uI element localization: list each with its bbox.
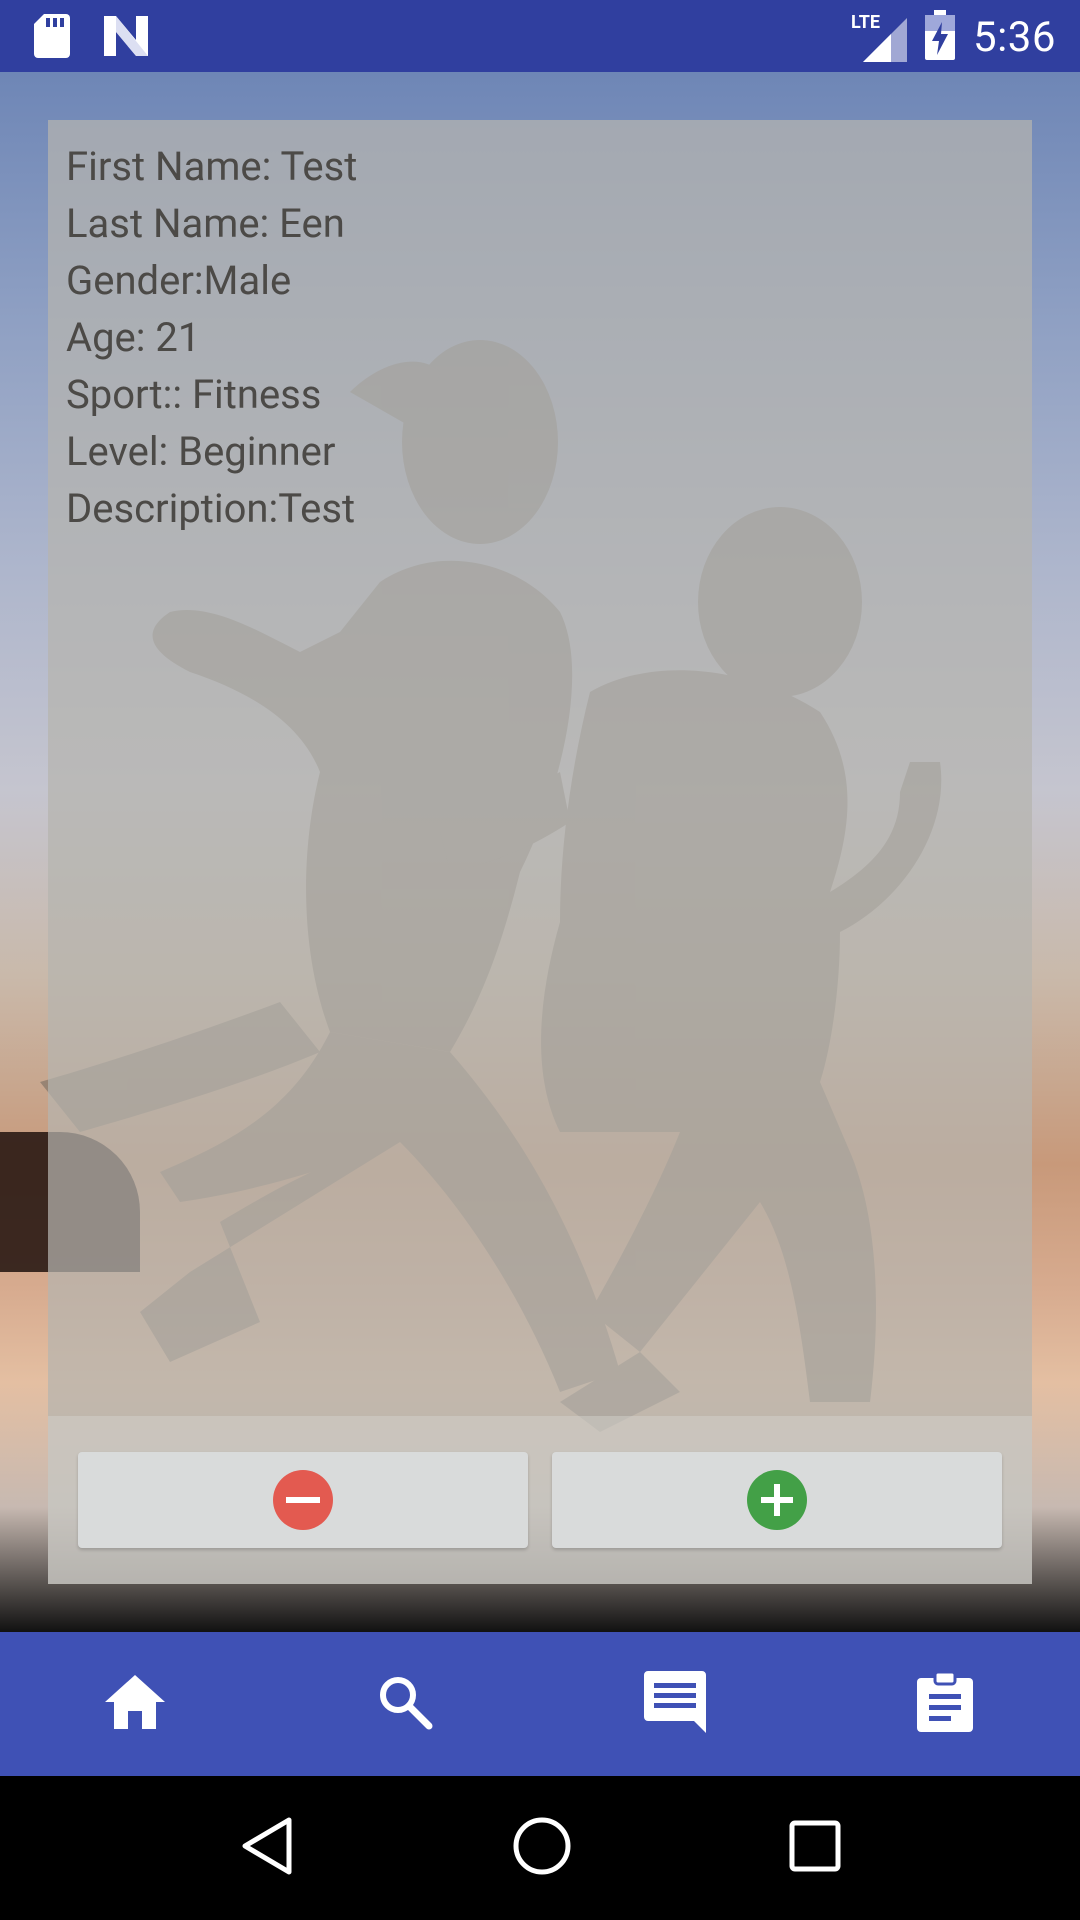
clock: 5:36	[973, 12, 1056, 62]
last-name-text: Last Name: Een	[66, 200, 345, 247]
sd-card-icon	[34, 14, 70, 62]
recents-icon[interactable]	[789, 1820, 841, 1876]
back-icon[interactable]	[239, 1816, 295, 1880]
search-icon	[377, 1674, 433, 1734]
nav-assignments[interactable]	[810, 1632, 1080, 1776]
home-circle-icon[interactable]	[512, 1816, 572, 1880]
nav-home[interactable]	[0, 1632, 270, 1776]
age-text: Age: 21	[66, 314, 201, 361]
like-button[interactable]	[552, 1452, 1002, 1548]
gender-text: Gender:Male	[66, 257, 292, 304]
level-text: Level: Beginner	[66, 428, 336, 475]
n-logo-icon	[104, 16, 148, 60]
profile-info-list: First Name: Test Last Name: Een Gender:M…	[66, 138, 357, 537]
system-navigation-bar	[0, 1776, 1080, 1920]
chat-icon	[644, 1671, 706, 1737]
battery-charging-icon	[925, 10, 955, 64]
sport-text: Sport:: Fitness	[66, 371, 322, 418]
status-bar: LTE 5:36	[0, 0, 1080, 72]
bottom-navigation	[0, 1632, 1080, 1776]
first-name-text: First Name: Test	[66, 143, 358, 190]
profile-screen: First Name: Test Last Name: Een Gender:M…	[0, 72, 1080, 1632]
nav-search[interactable]	[270, 1632, 540, 1776]
profile-card: First Name: Test Last Name: Een Gender:M…	[48, 120, 1032, 1584]
action-bar	[48, 1416, 1032, 1584]
description-text: Description:Test	[66, 485, 356, 532]
dislike-button[interactable]	[78, 1452, 528, 1548]
plus-circle-icon	[747, 1470, 807, 1530]
assignment-icon	[917, 1670, 973, 1736]
minus-circle-icon	[273, 1470, 333, 1530]
nav-messages[interactable]	[540, 1632, 810, 1776]
home-icon	[105, 1675, 165, 1733]
signal-icon: LTE	[851, 12, 907, 62]
